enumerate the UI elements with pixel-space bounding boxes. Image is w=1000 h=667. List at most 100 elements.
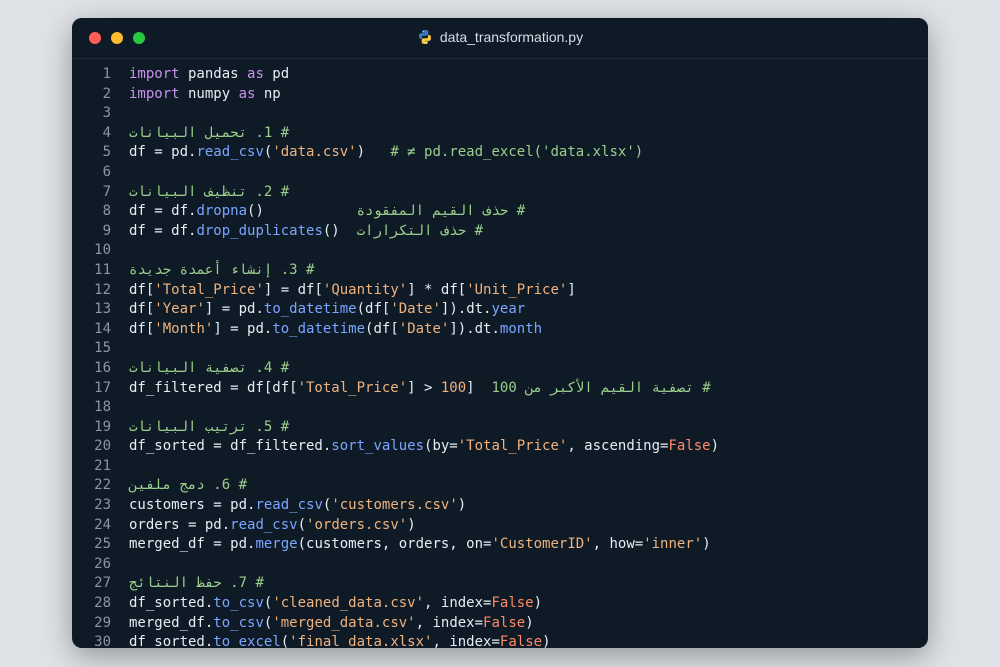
code-token: dropna: [196, 203, 248, 220]
code-token: 'merged_data.csv': [272, 614, 416, 631]
code-text: # 1. تحميل البيانات: [129, 124, 289, 144]
code-text: merged_df = pd.merge(customers, orders, …: [129, 535, 711, 555]
code-line: 17 df_filtered = df[df['Total_Price'] > 1…: [72, 379, 928, 399]
code-token: ] = pd.: [213, 320, 273, 337]
code-token: ): [542, 634, 551, 648]
code-token: to_datetime: [263, 301, 357, 318]
code-token: False: [491, 595, 534, 612]
code-line: 1 import pandas as pd: [72, 65, 928, 85]
code-text: import pandas as pd: [129, 65, 289, 85]
code-token: 'Unit_Price': [466, 281, 568, 298]
code-line: 22 # 6. دمج ملفين: [72, 476, 928, 496]
code-text: # 7. حفظ النتائج: [129, 574, 264, 594]
code-line: 19 # 5. ترتيب البيانات: [72, 418, 928, 438]
code-token: read_csv: [230, 516, 298, 533]
code-token: df_filtered = df[df[: [129, 379, 298, 396]
code-text: df['Year'] = pd.to_datetime(df['Date']).…: [129, 300, 525, 320]
line-number: 25: [94, 536, 111, 553]
line-number: 7: [102, 183, 111, 200]
code-line: 6: [72, 163, 928, 183]
code-line: 28 df_sorted.to_csv('cleaned_data.csv', i…: [72, 594, 928, 614]
code-token: (df[: [356, 301, 391, 318]
code-comment: # حذف التكرارات: [356, 222, 484, 239]
code-token: to_csv: [213, 595, 264, 612]
code-token: read_csv: [196, 144, 264, 161]
code-token: ): [407, 516, 416, 533]
code-text: df_sorted.to_excel('final_data.xlsx', in…: [129, 633, 551, 648]
code-token: , ascending=: [567, 438, 669, 455]
code-text: # 5. ترتيب البيانات: [129, 418, 289, 438]
code-text: df_sorted = df_filtered.sort_values(by='…: [129, 437, 719, 457]
line-number: 30: [94, 634, 111, 648]
line-number: 15: [94, 340, 111, 357]
code-token: drop_duplicates: [196, 222, 323, 239]
line-number: 17: [94, 379, 111, 396]
code-line: 24 orders = pd.read_csv('orders.csv'): [72, 516, 928, 536]
line-number: 18: [94, 399, 111, 416]
code-token: read_csv: [255, 497, 323, 514]
code-line: 30 df_sorted.to_excel('final_data.xlsx', …: [72, 633, 928, 648]
code-line: 18: [72, 398, 928, 418]
line-number: 8: [102, 203, 111, 220]
code-text: merged_df.to_csv('merged_data.csv', inde…: [129, 614, 534, 634]
code-token: ): [710, 438, 720, 455]
code-editor[interactable]: 1 import pandas as pd 2 import numpy as np 3…: [72, 65, 928, 648]
code-token: 'data.csv': [272, 144, 357, 161]
line-number: 1: [102, 66, 111, 82]
code-token: customers = pd.: [129, 497, 256, 514]
code-token: df_sorted = df_filtered.: [129, 438, 332, 455]
code-token: pd: [263, 66, 290, 82]
code-token: orders = pd.: [129, 516, 231, 533]
code-line: 16 # 4. تصفية البيانات: [72, 359, 928, 379]
code-text: # 4. تصفية البيانات: [129, 359, 289, 379]
code-line: 29 merged_df.to_csv('merged_data.csv', in…: [72, 614, 928, 634]
code-comment: # تصفية القيم الأكبر من 100: [491, 379, 711, 396]
code-token: numpy: [179, 85, 239, 102]
code-token: df_sorted.: [129, 595, 214, 612]
code-line: 5 df = pd.read_csv('data.csv') # ≠ pd.rea…: [72, 143, 928, 163]
code-comment: # ≠ pd.read_excel('data.xlsx'): [390, 144, 644, 161]
code-token: ] = df[: [263, 281, 323, 298]
code-token: merge: [255, 536, 298, 553]
code-line: 14 df['Month'] = pd.to_datetime(df['Date'…: [72, 320, 928, 340]
line-number: 23: [94, 497, 111, 514]
code-token: 'Date': [390, 301, 441, 318]
code-token: df = pd.: [129, 144, 197, 161]
code-token: (customers, orders, on=: [297, 536, 492, 553]
line-number: 12: [94, 281, 111, 298]
code-token: (by=: [424, 438, 458, 455]
code-line: 2 import numpy as np: [72, 85, 928, 105]
code-line: 13 df['Year'] = pd.to_datetime(df['Date']…: [72, 300, 928, 320]
line-number: 24: [94, 516, 111, 533]
code-comment: # حذف القيم المفقودة: [356, 203, 526, 220]
code-token: np: [255, 85, 281, 102]
code-text: df['Month'] = pd.to_datetime(df['Date'])…: [129, 320, 542, 340]
code-line: 7 # 2. تنظيف البيانات: [72, 183, 928, 203]
line-number: 10: [94, 242, 111, 259]
code-token: as: [247, 66, 264, 82]
code-comment: # 1. تحميل البيانات: [129, 124, 290, 141]
code-comment: # 3. إنشاء أعمدة جديدة: [129, 261, 315, 278]
line-number: 11: [94, 261, 111, 278]
code-token: to_excel: [213, 634, 281, 648]
code-token: ] >: [407, 379, 441, 396]
code-line: 11 # 3. إنشاء أعمدة جديدة: [72, 261, 928, 281]
code-token: 'Total_Price': [457, 438, 568, 455]
line-number: 14: [94, 320, 111, 337]
code-text: df = pd.read_csv('data.csv') # ≠ pd.read…: [129, 143, 643, 163]
code-token: 'customers.csv': [331, 497, 458, 514]
code-token: ]).dt.: [449, 320, 500, 337]
line-number: 5: [102, 144, 111, 161]
code-token: 100: [440, 379, 467, 396]
code-text: # 6. دمج ملفين: [129, 476, 247, 496]
code-line: 21: [72, 457, 928, 477]
line-number: 20: [94, 438, 111, 455]
code-token: 'Date': [398, 320, 450, 337]
code-token: 'final_data.xlsx': [289, 634, 433, 648]
code-token: False: [483, 614, 526, 631]
code-text: df = df.drop_duplicates() # حذف التكرارا…: [129, 222, 483, 242]
code-comment: # 6. دمج ملفين: [129, 477, 248, 494]
code-token: merged_df = pd.: [129, 536, 256, 553]
code-token: 'Total_Price': [154, 281, 264, 298]
code-text: df_filtered = df[df['Total_Price'] > 100…: [129, 379, 711, 399]
